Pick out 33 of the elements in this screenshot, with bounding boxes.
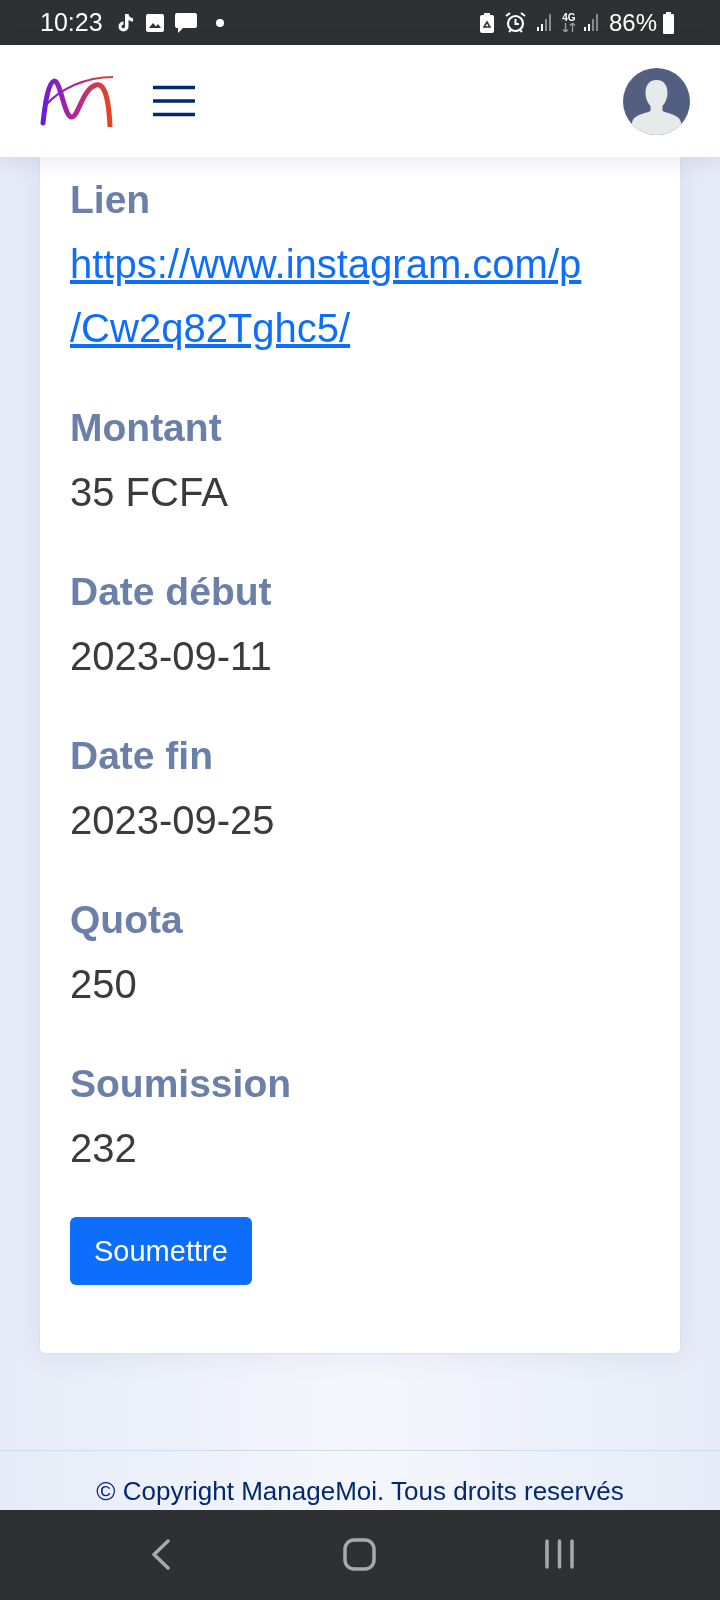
signal-bars-icon (583, 14, 599, 31)
chat-bubble-icon (174, 11, 197, 34)
instagram-link[interactable]: https://www.instagram.com/p/Cw2q82Tghc5/ (70, 232, 588, 360)
music-note-icon (116, 12, 134, 33)
field-value: 2023-09-25 (70, 797, 276, 844)
field-value: 2023-09-11 (70, 633, 273, 680)
battery-icon (663, 11, 674, 34)
field-label: Lien (70, 177, 152, 223)
battery-percent: 86% (608, 10, 657, 35)
field-value: 232 (70, 1125, 138, 1172)
avatar-icon[interactable] (623, 67, 690, 135)
field-label: Quota (70, 897, 184, 943)
recents-icon[interactable] (545, 1539, 574, 1569)
signal-bars-icon (536, 14, 552, 31)
home-icon[interactable] (343, 1538, 376, 1571)
back-icon[interactable] (151, 1539, 171, 1570)
alarm-icon (504, 12, 526, 33)
battery-recycle-icon (479, 12, 494, 33)
submit-button[interactable]: Soumettre (70, 1217, 252, 1285)
image-icon (145, 13, 164, 32)
logo-icon[interactable] (40, 75, 114, 127)
network-type-label: 4G (562, 13, 576, 23)
field-label: Soumission (70, 1061, 293, 1107)
field-label: Date fin (70, 733, 214, 779)
copyright-text: © Copyright ManageMoi. Tous droits reservés (96, 1475, 624, 1507)
status-time: 10:23 (40, 10, 103, 35)
menu-icon[interactable] (153, 85, 195, 117)
field-label: Montant (70, 405, 223, 451)
field-label: Date début (70, 569, 273, 615)
field-value: 250 (70, 961, 138, 1008)
dot-icon (215, 18, 224, 27)
field-value: 35 FCFA (70, 469, 229, 516)
data-arrows-icon (561, 23, 576, 32)
